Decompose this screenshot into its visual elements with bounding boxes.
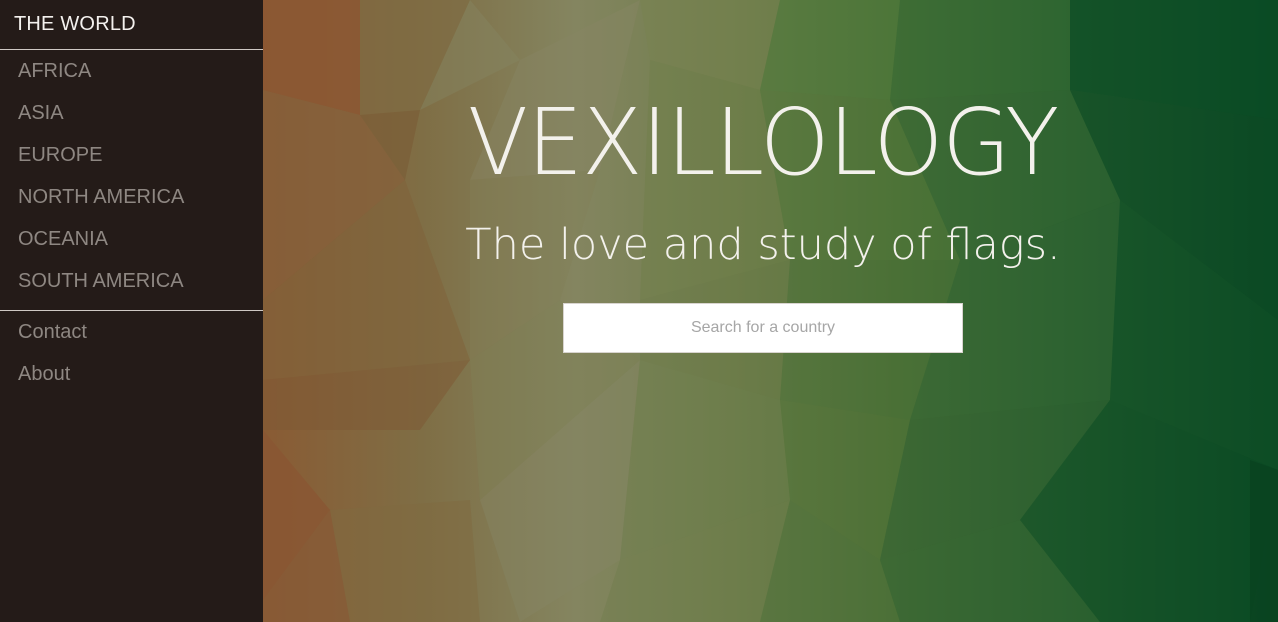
secondary-nav: Contact About [0, 311, 263, 395]
search-input[interactable] [563, 303, 963, 353]
sidebar-item-asia[interactable]: ASIA [0, 92, 263, 134]
page: THE WORLD AFRICA ASIA EUROPE NORTH AMERI… [0, 0, 1278, 622]
sidebar: THE WORLD AFRICA ASIA EUROPE NORTH AMERI… [0, 0, 263, 622]
sidebar-item-europe[interactable]: EUROPE [0, 134, 263, 176]
hero-title: VEXILLOLOGY [467, 89, 1060, 196]
sidebar-brand[interactable]: THE WORLD [0, 0, 263, 50]
hero-subtitle: The love and study of flags. [465, 220, 1061, 270]
sidebar-item-about[interactable]: About [0, 353, 263, 395]
sidebar-item-oceania[interactable]: OCEANIA [0, 218, 263, 260]
sidebar-item-contact[interactable]: Contact [0, 311, 263, 353]
sidebar-item-africa[interactable]: AFRICA [0, 50, 263, 92]
sidebar-item-south-america[interactable]: SOUTH AMERICA [0, 260, 263, 302]
region-nav: AFRICA ASIA EUROPE NORTH AMERICA OCEANIA… [0, 50, 263, 311]
sidebar-item-north-america[interactable]: NORTH AMERICA [0, 176, 263, 218]
